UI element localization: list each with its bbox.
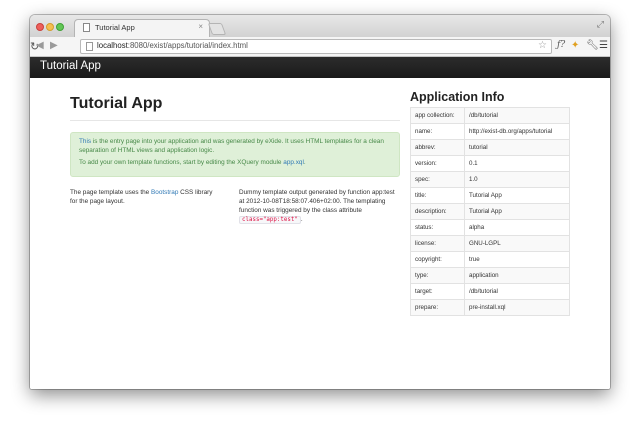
info-key: target: (410, 283, 465, 300)
table-row: target:/db/tutorial (410, 283, 570, 300)
new-tab-button[interactable] (207, 23, 227, 35)
info-value: alpha (464, 219, 570, 236)
table-row: version: 0.1 (410, 155, 570, 172)
fullscreen-icon[interactable]: ⤢ (597, 19, 604, 30)
tab-title: Tutorial App (95, 23, 135, 32)
info-value: Tutorial App (464, 187, 570, 204)
navbar-brand[interactable]: Tutorial App (40, 60, 101, 72)
table-row: name: http://exist-db.org/apps/tutorial (410, 123, 570, 140)
puzzle-extension-icon[interactable]: ✦ (571, 40, 579, 51)
table-row: type: application (410, 267, 570, 284)
table-row: copyright: true (410, 251, 570, 268)
table-row: title: Tutorial App (410, 187, 570, 204)
info-key: status: (410, 219, 465, 236)
alert-text-2: To add your own template functions, star… (79, 159, 284, 166)
alert-paragraph-1: This is the entry page into your applica… (79, 138, 391, 155)
info-value: tutorial (464, 139, 570, 156)
info-key: spec: (410, 171, 465, 188)
info-key: version: (410, 155, 465, 172)
page-icon (86, 42, 93, 51)
tab-strip: Tutorial App × ⤢ (30, 15, 610, 37)
alert-paragraph-2: To add your own template functions, star… (79, 159, 306, 166)
info-value: http://exist-db.org/apps/tutorial (464, 123, 570, 140)
info-key: description: (410, 203, 465, 220)
template-info-text: The page template uses the Bootstrap CSS… (70, 189, 213, 205)
info-key: title: (410, 187, 465, 204)
navbar: Tutorial App (30, 57, 610, 78)
info-value: pre-install.xql (464, 299, 570, 316)
application-info-heading: Application Info (410, 90, 505, 104)
bootstrap-link[interactable]: Bootstrap (151, 189, 178, 196)
forward-icon[interactable]: ▶ (50, 40, 58, 51)
info-key: type: (410, 267, 465, 284)
title-divider (70, 120, 400, 121)
info-key: app collection: (410, 107, 465, 124)
address-bar[interactable]: localhost:8080/exist/apps/tutorial/index… (80, 39, 552, 54)
class-code: class="app:test" (239, 216, 301, 224)
page-icon (83, 23, 90, 32)
wrench-icon[interactable]: 🔧︎ (586, 40, 599, 51)
window-close-button[interactable] (36, 23, 44, 31)
info-value: 0.1 (464, 155, 570, 172)
browser-window: Tutorial App × ⤢ ◀ ▶ ↻ localhost:8080/ex… (30, 15, 610, 389)
app-xql-link[interactable]: app.xql (283, 159, 304, 166)
this-link[interactable]: This (79, 138, 91, 145)
back-icon[interactable]: ◀ (36, 40, 44, 51)
tab-close-icon[interactable]: × (198, 22, 203, 31)
table-row: description: Tutorial App (410, 203, 570, 220)
info-value: /db/tutorial (464, 107, 570, 124)
info-key: abbrev: (410, 139, 465, 156)
table-row: prepare: pre-install.xql (410, 299, 570, 316)
page-title: Tutorial App (70, 95, 163, 112)
table-row: abbrev: tutorial (410, 139, 570, 156)
table-row: app collection:/db/tutorial (410, 107, 570, 124)
info-value: Tutorial App (464, 203, 570, 220)
info-value: true (464, 251, 570, 268)
window-maximize-button[interactable] (56, 23, 64, 31)
browser-toolbar: ◀ ▶ ↻ localhost:8080/exist/apps/tutorial… (30, 37, 610, 57)
info-key: license: (410, 235, 465, 252)
application-info-table: app collection:/db/tutorial name: http://e… (410, 107, 570, 316)
info-key: prepare: (410, 299, 465, 316)
table-row: license: GNU-LGPL (410, 235, 570, 252)
browser-tab[interactable]: Tutorial App × (74, 19, 210, 37)
info-value: /db/tutorial (464, 283, 570, 300)
table-row: spec: 1.0 (410, 171, 570, 188)
url-text[interactable]: localhost:8080/exist/apps/tutorial/index… (97, 41, 248, 50)
window-minimize-button[interactable] (46, 23, 54, 31)
dummy-output-text: Dummy template output generated by funct… (239, 189, 395, 224)
menu-icon[interactable]: ☰ (599, 40, 608, 51)
alert-text-1: is the entry page into your application … (79, 138, 384, 154)
web-page: Tutorial App Tutorial App This is the en… (30, 57, 610, 389)
table-row: status: alpha (410, 219, 570, 236)
info-key: name: (410, 123, 465, 140)
info-value: 1.0 (464, 171, 570, 188)
info-alert: This is the entry page into your applica… (70, 132, 400, 177)
info-key: copyright: (410, 251, 465, 268)
info-value: application (464, 267, 570, 284)
bookmark-star-icon[interactable]: ☆ (538, 40, 547, 51)
function-extension-icon[interactable]: ƒ? (557, 40, 565, 50)
info-value: GNU-LGPL (464, 235, 570, 252)
